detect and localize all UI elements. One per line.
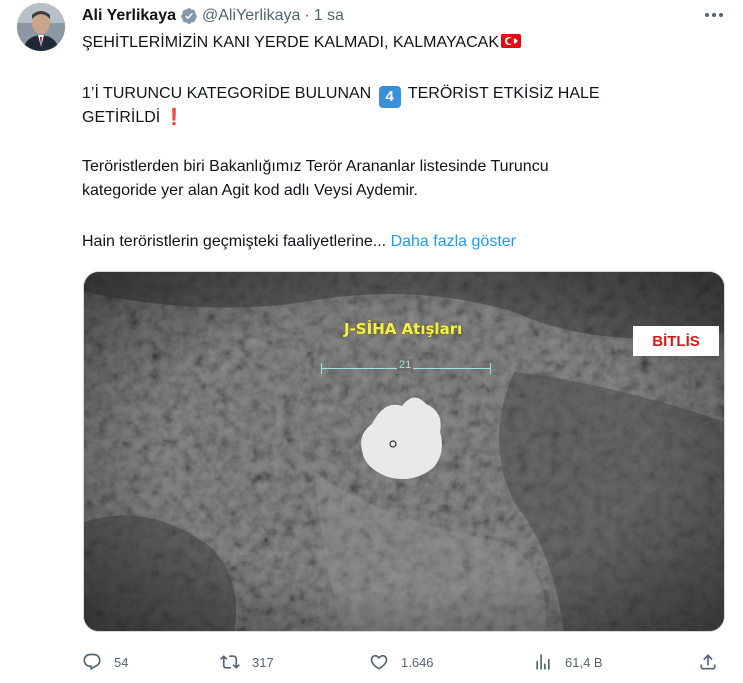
share-icon [700, 654, 716, 670]
views-button[interactable]: 61,4 B [533, 650, 603, 674]
like-button[interactable]: 1.646 [369, 650, 434, 674]
separator-dot: · [304, 7, 310, 24]
reply-icon [83, 653, 101, 671]
targeting-scale: 21 [321, 359, 491, 375]
show-more-link[interactable]: Daha fazla göster [391, 233, 516, 250]
tweet-text: 1’İ TURUNCU KATEGORİDE BULUNAN [82, 85, 372, 102]
more-options-icon[interactable] [700, 3, 728, 27]
tweet-video[interactable]: J-SİHA Atışları 21 BİTLİS [83, 271, 725, 632]
tweet-text-line: kategoride yer alan Agit kod adlı Veysi … [82, 182, 418, 199]
views-count: 61,4 B [565, 654, 603, 670]
action-bar: 54 317 1.646 61,4 B [82, 650, 722, 674]
verified-badge-icon[interactable] [180, 7, 198, 25]
tweet-text-line: GETİRİLDİ ❗ [82, 106, 722, 130]
video-overlay-label: J-SİHA Atışları [344, 320, 463, 338]
keycap-number-icon: 4 [378, 86, 401, 108]
tweet-text: Hain teröristlerin geçmişteki faaliyetle… [82, 233, 387, 250]
tweet-text: ŞEHİTLERİMİZİN KANI YERDE KALMADI, KALMA… [82, 34, 499, 51]
repost-icon [220, 655, 240, 669]
author-avatar[interactable] [17, 3, 65, 51]
tweet-timestamp[interactable]: 1 sa [314, 7, 344, 25]
tweet-text-line: Teröristlerden biri Bakanlığımız Terör A… [82, 158, 549, 175]
tweet-text-line: 1’İ TURUNCU KATEGORİDE BULUNAN 4 TERÖRİS… [82, 82, 722, 108]
tweet-text-line: ŞEHİTLERİMİZİN KANI YERDE KALMADI, KALMA… [82, 31, 722, 55]
turkey-flag-icon [501, 34, 521, 48]
repost-count: 317 [252, 654, 274, 670]
share-button[interactable] [698, 650, 718, 674]
tweet-text-line: Hain teröristlerin geçmişteki faaliyetle… [82, 230, 722, 254]
author-name[interactable]: Ali Yerlikaya [82, 7, 176, 25]
reply-count: 54 [114, 654, 129, 670]
scale-number: 21 [397, 359, 414, 371]
exclamation-icon: ❗ [164, 109, 185, 126]
views-chart-icon [536, 654, 550, 670]
tweet-text: GETİRİLDİ [82, 109, 161, 126]
author-handle[interactable]: @AliYerlikaya [202, 7, 300, 25]
heart-icon [370, 654, 388, 670]
repost-button[interactable]: 317 [220, 650, 274, 674]
tweet-header: Ali Yerlikaya @AliYerlikaya · 1 sa [82, 5, 344, 27]
reply-button[interactable]: 54 [82, 650, 128, 674]
tweet[interactable]: Ali Yerlikaya @AliYerlikaya · 1 sa ŞEHİT… [0, 0, 743, 683]
like-count: 1.646 [401, 654, 434, 670]
tweet-text: TERÖRİST ETKİSİZ HALE [407, 85, 600, 102]
location-badge: BİTLİS [633, 326, 719, 356]
